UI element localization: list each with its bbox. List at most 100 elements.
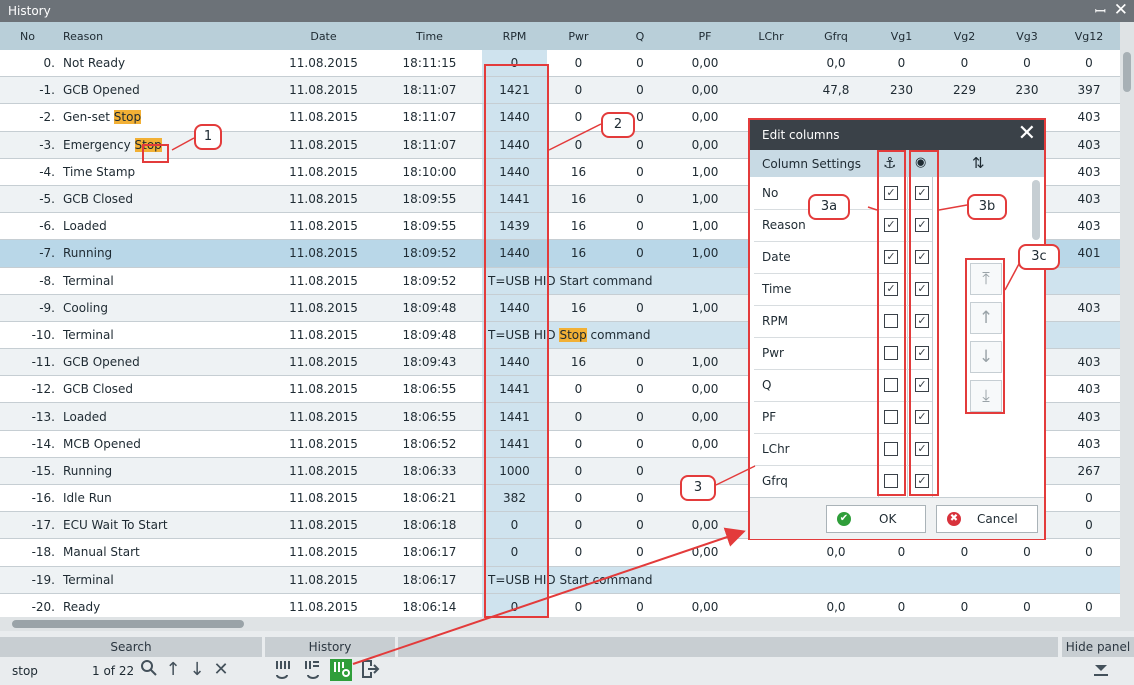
close-icon[interactable]: ✕: [1114, 0, 1128, 20]
table-row[interactable]: -20. Ready 11.08.2015 18:06:14 0 0 0 0,00 0,0 0 0 0…: [0, 593, 1120, 617]
cell-pwr: 0: [547, 50, 610, 78]
cell-pf: 0,00: [670, 430, 740, 458]
column-header-pf[interactable]: PF: [670, 22, 740, 50]
cell-vg12: 403: [1058, 158, 1120, 186]
callout-3: 3: [680, 475, 716, 501]
cell-no: -19.: [0, 566, 55, 594]
window-titlebar: History ꟷ ✕: [0, 0, 1134, 22]
cell-pwr: 0: [547, 402, 610, 431]
search-input[interactable]: stop: [12, 661, 56, 681]
column-setting-name: Gfrq: [762, 474, 788, 488]
column-header-date[interactable]: Date: [270, 22, 377, 50]
cell-no: -12.: [0, 375, 55, 404]
cell-vg12: 0: [1058, 50, 1120, 78]
column-setting-name: No: [762, 186, 779, 200]
column-setting-name: Q: [762, 378, 772, 392]
dialog-close-icon[interactable]: ✕: [1018, 121, 1036, 146]
table-row[interactable]: -18. Manual Start 11.08.2015 18:06:17 0 0 0 0,0…: [0, 538, 1120, 567]
cell-time: 18:09:48: [377, 294, 482, 322]
vertical-scroll-thumb[interactable]: [1123, 52, 1131, 92]
cell-pwr: 0: [547, 131, 610, 159]
history-refresh-icon[interactable]: [301, 659, 323, 681]
cell-vg3: 0: [996, 538, 1058, 567]
column-setting-name: Date: [762, 250, 791, 264]
export-icon[interactable]: [359, 659, 381, 681]
reason-text: Manual Start: [63, 545, 140, 560]
column-header-vg2[interactable]: Vg2: [933, 22, 996, 50]
search-icon[interactable]: [138, 659, 160, 681]
cell-vg1: 0: [870, 593, 933, 617]
table-row[interactable]: -1. GCB Opened 11.08.2015 18:11:07 1421 0 0 0,0…: [0, 76, 1120, 105]
reason-text: Emergency: [63, 137, 135, 152]
cell-q: 0: [610, 76, 670, 105]
column-header-vg3[interactable]: Vg3: [996, 22, 1058, 50]
cell-reason: Terminal: [55, 267, 270, 295]
cell-q: 0: [610, 158, 670, 186]
reason-text: MCB Opened: [63, 436, 141, 451]
table-row[interactable]: -19. Terminal 11.08.2015 18:06:17 T=USB HID …: [0, 566, 1120, 594]
cell-pf: 0,00: [670, 402, 740, 431]
cell-vg2: 0: [933, 538, 996, 567]
cell-vg1: 0: [870, 50, 933, 78]
pin-icon[interactable]: ꟷ: [1095, 2, 1106, 21]
cell-pf: 1,00: [670, 348, 740, 377]
cell-no: -13.: [0, 402, 55, 431]
cell-date: 11.08.2015: [270, 511, 377, 540]
section-filler: [398, 637, 1058, 657]
column-header-rpm[interactable]: RPM: [482, 22, 547, 50]
column-header-reason[interactable]: Reason: [55, 22, 270, 50]
cell-vg12: 0: [1058, 538, 1120, 567]
search-down-button[interactable]: ↓: [186, 659, 208, 681]
reason-text: Loaded: [63, 219, 107, 234]
column-header-lchr[interactable]: LChr: [740, 22, 802, 50]
column-header-q[interactable]: Q: [610, 22, 670, 50]
search-clear-button[interactable]: ✕: [210, 659, 232, 681]
search-up-button[interactable]: ↑: [162, 659, 184, 681]
cancel-icon: ✖: [947, 512, 961, 526]
cell-reason: GCB Opened: [55, 76, 270, 105]
cell-time: 18:09:52: [377, 239, 482, 268]
reason-text: Running: [63, 246, 113, 261]
column-header-time[interactable]: Time: [377, 22, 482, 50]
cell-reason: Cooling: [55, 294, 270, 322]
column-header-gfrq[interactable]: Gfrq: [802, 22, 870, 50]
history-reload-icon[interactable]: [272, 659, 294, 681]
cell-pf: 0,00: [670, 103, 740, 132]
hide-panel-icon[interactable]: [1090, 659, 1112, 681]
column-setting-name: Pwr: [762, 346, 784, 360]
cell-time: 18:11:15: [377, 50, 482, 78]
table-row[interactable]: 0. Not Ready 11.08.2015 18:11:15 0 0 0 0,00 0,0 0…: [0, 50, 1120, 78]
cell-time: 18:06:17: [377, 538, 482, 567]
cell-time: 18:06:33: [377, 457, 482, 486]
window-title: History: [8, 4, 51, 18]
cell-no: -18.: [0, 538, 55, 567]
vertical-scrollbar[interactable]: [1120, 22, 1134, 617]
column-header-no[interactable]: No: [0, 22, 55, 50]
horizontal-scroll-thumb[interactable]: [12, 620, 244, 628]
search-match-highlight: Stop: [559, 327, 587, 342]
cell-vg12: 403: [1058, 294, 1120, 322]
column-header-vg12[interactable]: Vg12: [1058, 22, 1120, 50]
cell-reason: MCB Opened: [55, 430, 270, 458]
column-header-pwr[interactable]: Pwr: [547, 22, 610, 50]
callout-3c: 3c: [1018, 244, 1060, 270]
cell-lchr: [740, 538, 802, 567]
cell-pf: 0,00: [670, 511, 740, 540]
cell-time: 18:11:07: [377, 76, 482, 105]
cell-date: 11.08.2015: [270, 239, 377, 268]
ok-label: OK: [879, 512, 897, 526]
cell-time: 18:06:17: [377, 566, 482, 594]
cell-pwr: 16: [547, 294, 610, 322]
edit-columns-icon[interactable]: [330, 659, 352, 681]
cancel-button[interactable]: ✖ Cancel: [936, 505, 1038, 533]
column-setting-name: RPM: [762, 314, 788, 328]
ok-button[interactable]: ✔ OK: [826, 505, 926, 533]
cell-no: -2.: [0, 103, 55, 132]
cell-no: -5.: [0, 185, 55, 214]
cancel-label: Cancel: [977, 512, 1018, 526]
column-header-vg1[interactable]: Vg1: [870, 22, 933, 50]
horizontal-scrollbar[interactable]: [0, 617, 1134, 631]
dialog-scroll-thumb[interactable]: [1032, 180, 1040, 240]
cell-no: -10.: [0, 321, 55, 350]
cell-time: 18:06:55: [377, 402, 482, 431]
